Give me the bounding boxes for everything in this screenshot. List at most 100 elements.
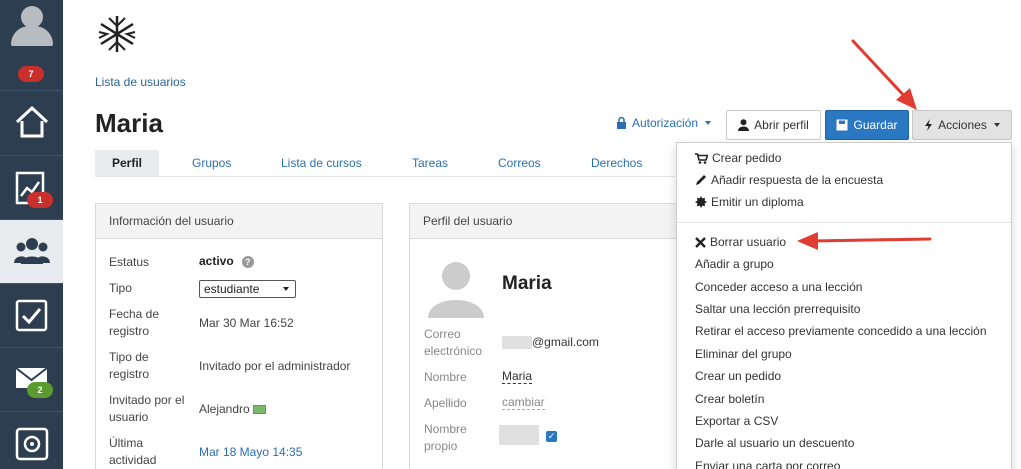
first-name-label: Nombre — [424, 370, 467, 384]
type-label: Tipo — [109, 281, 132, 295]
users-icon — [14, 238, 50, 264]
tab-lista-de-cursos[interactable]: Lista de cursos — [281, 150, 362, 176]
open-profile-button[interactable]: Abrir perfil — [726, 110, 821, 140]
menu-item-emitir-diploma[interactable]: Emitir un diploma — [695, 195, 804, 209]
avatar-body — [11, 26, 53, 46]
profile-tabs: Perfil Grupos Lista de cursos Tareas Cor… — [95, 150, 675, 177]
menu-item-label: Borrar usuario — [710, 235, 787, 249]
home-icon — [15, 106, 49, 138]
email-label: Correo electrónico — [424, 327, 483, 358]
actions-dropdown-button[interactable]: Acciones — [912, 110, 1012, 140]
redacted-email-prefix — [502, 336, 532, 350]
sidebar-item-vault[interactable] — [0, 411, 63, 469]
money-icon — [252, 405, 266, 415]
actions-label: Acciones — [938, 118, 987, 132]
registration-type-value: Invitado por el administrador — [199, 359, 351, 373]
app-root: 7 1 2 Lista de usuarios Maria Autorizaci… — [0, 0, 1021, 469]
avatar-head — [21, 6, 43, 28]
last-name-value[interactable]: cambiar — [502, 395, 545, 410]
status-value-wrap: activo? — [199, 254, 254, 268]
menu-item-label: Añadir respuesta de la encuesta — [711, 173, 884, 187]
last-activity-label: Última actividad — [109, 436, 157, 467]
invited-by-label: Invitado por el usuario — [109, 393, 185, 424]
registration-date-value: Mar 30 Mar 16:52 — [199, 316, 294, 330]
checkbox-icon — [15, 299, 48, 332]
lock-icon — [617, 117, 626, 129]
menu-item-eliminar-grupo[interactable]: Eliminar del grupo — [695, 347, 792, 361]
authorization-label: Autorización — [632, 116, 699, 130]
user-profile-title: Perfil del usuario — [410, 204, 688, 239]
menu-item-anadir-grupo[interactable]: Añadir a grupo — [695, 257, 774, 271]
certificate-icon — [695, 196, 707, 208]
user-icon — [738, 119, 750, 131]
menu-item-enviar-carta[interactable]: Enviar una carta por correo — [695, 459, 840, 469]
tab-derechos[interactable]: Derechos — [591, 150, 642, 176]
menu-item-crear-un-pedido[interactable]: Crear un pedido — [695, 369, 781, 383]
pencil-icon — [696, 175, 706, 185]
sidebar-item-reports[interactable]: 1 — [0, 155, 63, 219]
sidebar-avatar[interactable]: 7 — [0, 0, 63, 90]
last-activity-value[interactable]: Mar 18 Mayo 14:35 — [199, 445, 302, 459]
sidebar-item-home[interactable] — [0, 90, 63, 154]
menu-item-anadir-respuesta[interactable]: Añadir respuesta de la encuesta — [695, 173, 883, 187]
menu-item-crear-pedido[interactable]: Crear pedido — [695, 151, 781, 165]
arrow-to-actions-button — [851, 39, 917, 110]
menu-item-saltar-leccion[interactable]: Saltar una lección prerrequisito — [695, 302, 860, 316]
menu-item-label: Emitir un diploma — [711, 195, 804, 209]
logo-icon — [98, 16, 136, 52]
own-name-label: Nombre propio — [424, 422, 467, 453]
own-name-checkbox[interactable]: ✓ — [546, 431, 557, 442]
help-icon[interactable]: ? — [241, 256, 254, 268]
email-value-wrap: @gmail.com — [502, 335, 599, 350]
vault-icon — [15, 427, 49, 461]
invited-by-value[interactable]: Alejandro — [199, 402, 250, 416]
notification-badge: 7 — [18, 66, 44, 82]
tab-correos[interactable]: Correos — [498, 150, 541, 176]
reports-badge: 1 — [27, 192, 53, 208]
sidebar-item-tasks[interactable] — [0, 283, 63, 347]
open-profile-label: Abrir perfil — [754, 118, 809, 132]
registration-type-label: Tipo de registro — [109, 350, 150, 381]
menu-item-descuento[interactable]: Darle al usuario un descuento — [695, 436, 854, 450]
profile-avatar — [424, 256, 488, 318]
page-title: Maria — [95, 108, 163, 138]
breadcrumb-user-list[interactable]: Lista de usuarios — [95, 75, 186, 89]
redacted-own-name — [499, 425, 539, 445]
chevron-down-icon — [993, 123, 1000, 127]
menu-item-borrar-usuario[interactable]: Borrar usuario — [695, 235, 786, 249]
type-select-value: estudiante — [204, 282, 260, 296]
lightning-icon — [925, 119, 933, 131]
sidebar-item-users[interactable] — [0, 219, 63, 283]
profile-name: Maria — [502, 273, 552, 294]
menu-item-conceder-acceso[interactable]: Conceder acceso a una lección — [695, 280, 862, 294]
status-value: activo — [199, 254, 234, 268]
tab-grupos[interactable]: Grupos — [192, 150, 231, 176]
user-info-title: Información del usuario — [96, 204, 382, 239]
close-icon — [695, 236, 706, 248]
actions-menu: Crear pedido Añadir respuesta de la encu… — [676, 142, 1012, 469]
chevron-down-icon — [283, 287, 289, 291]
mail-badge: 2 — [27, 382, 53, 398]
menu-item-crear-boletin[interactable]: Crear boletín — [695, 392, 764, 406]
invited-by-wrap: Alejandro — [199, 402, 266, 416]
menu-item-exportar-csv[interactable]: Exportar a CSV — [695, 414, 778, 428]
menu-item-label: Crear pedido — [712, 151, 782, 165]
menu-divider — [677, 222, 1011, 223]
email-suffix: @gmail.com — [532, 335, 599, 349]
save-button[interactable]: Guardar — [825, 110, 909, 140]
status-label: Estatus — [109, 255, 150, 269]
type-select[interactable]: estudiante — [199, 280, 296, 298]
chevron-down-icon — [705, 121, 712, 125]
first-name-value[interactable]: Maria — [502, 369, 533, 384]
tab-tareas[interactable]: Tareas — [412, 150, 448, 176]
menu-item-retirar-acceso[interactable]: Retirar el acceso previamente concedido … — [695, 324, 987, 338]
cart-icon — [695, 152, 708, 164]
registration-date-label: Fecha de registro — [109, 307, 160, 338]
last-name-label: Apellido — [424, 396, 467, 410]
authorization-dropdown[interactable]: Autorización — [616, 116, 712, 130]
floppy-icon — [836, 119, 848, 131]
tab-perfil[interactable]: Perfil — [95, 150, 160, 176]
sidebar: 7 1 2 — [0, 0, 63, 469]
save-label: Guardar — [853, 118, 898, 132]
sidebar-item-mail[interactable]: 2 — [0, 347, 63, 411]
